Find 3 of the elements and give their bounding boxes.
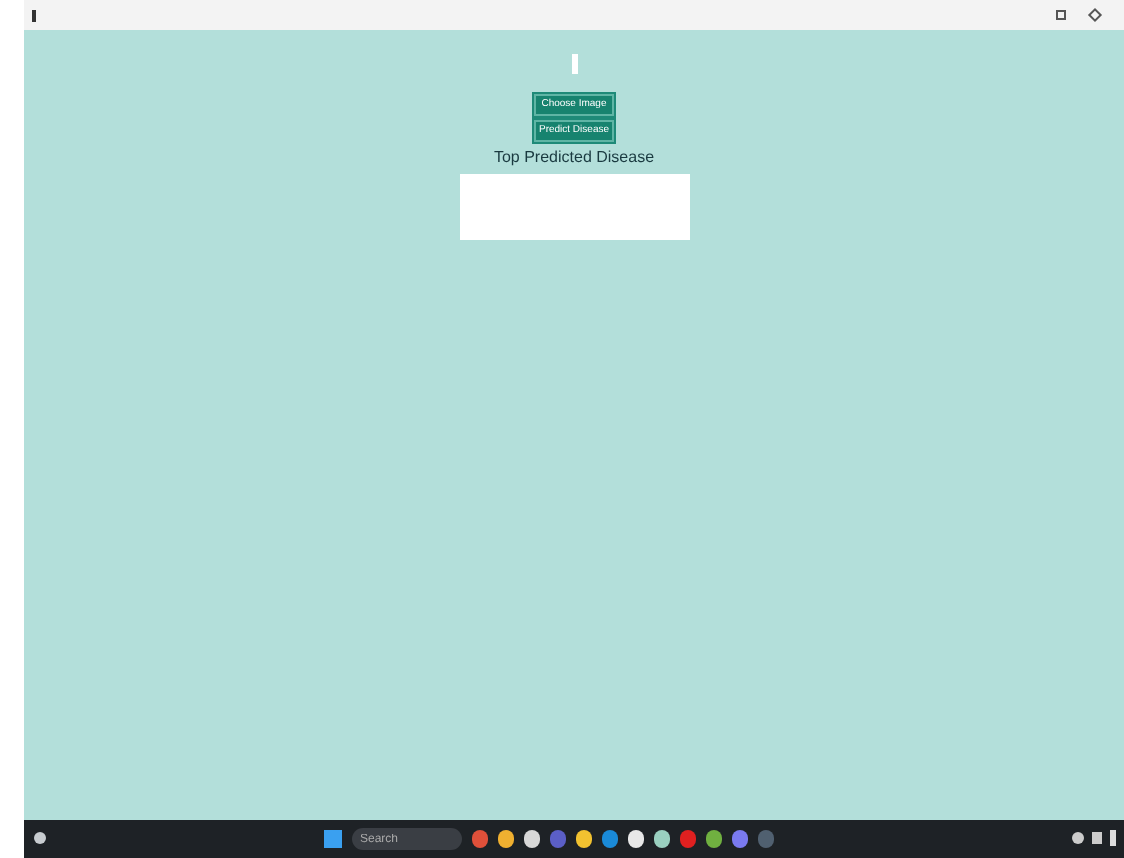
image-placeholder (571, 54, 577, 74)
maximize-icon[interactable] (1056, 10, 1066, 20)
result-label: Top Predicted Disease (493, 146, 655, 170)
